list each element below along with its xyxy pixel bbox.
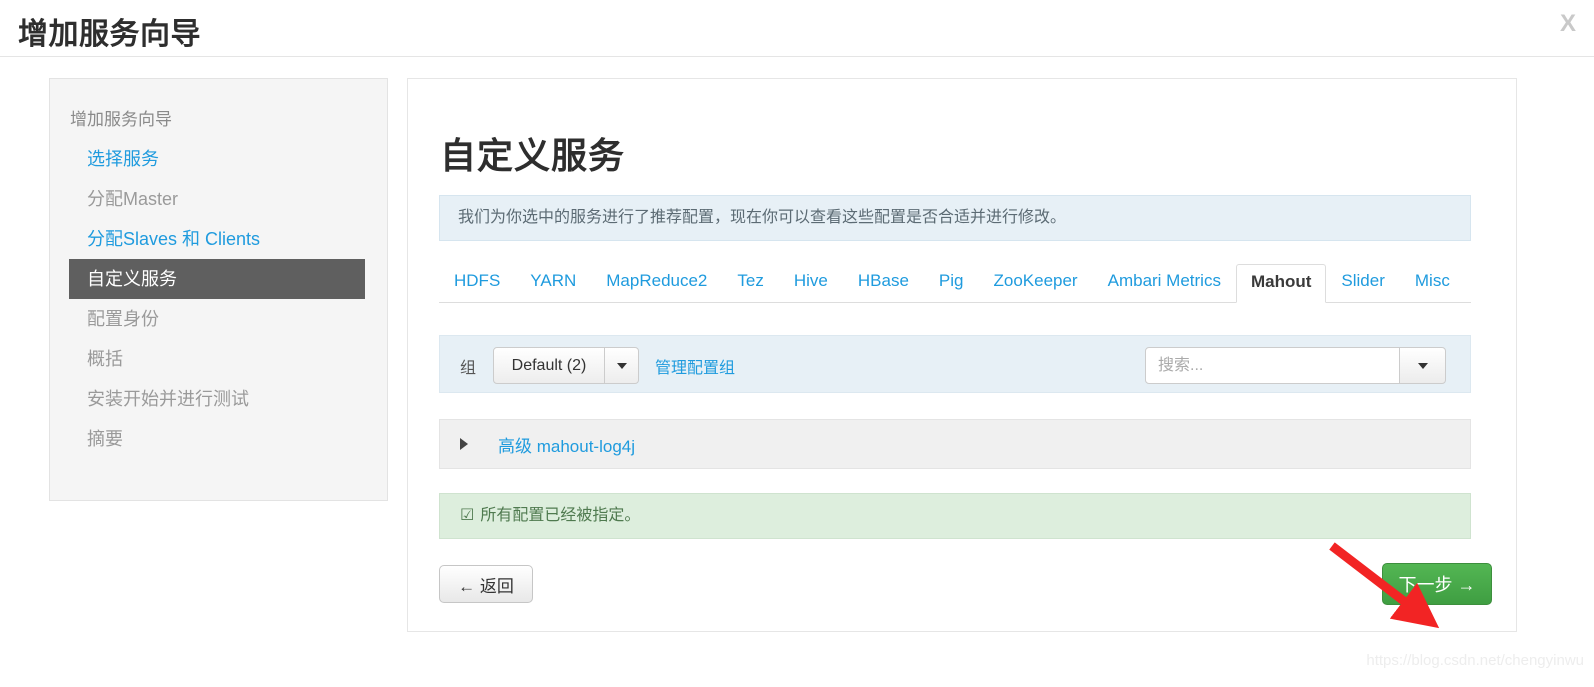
group-label: 组 bbox=[460, 360, 477, 377]
next-button[interactable]: 下一步 → bbox=[1382, 563, 1492, 605]
service-tabs: HDFS YARN MapReduce2 Tez Hive HBase Pig … bbox=[439, 263, 1471, 303]
sidebar-heading: 增加服务向导 bbox=[70, 110, 172, 129]
main-page-title: 自定义服务 bbox=[440, 135, 626, 176]
config-status-text: 所有配置已经被指定。 bbox=[480, 507, 641, 524]
close-icon[interactable]: X bbox=[1560, 10, 1576, 38]
config-search bbox=[1145, 347, 1446, 384]
watermark: https://blog.csdn.net/chengyinwu bbox=[1366, 652, 1584, 669]
tab-mapreduce2[interactable]: MapReduce2 bbox=[591, 263, 722, 302]
tab-yarn[interactable]: YARN bbox=[515, 263, 591, 302]
wizard-header: 增加服务向导 X bbox=[0, 0, 1594, 57]
sidebar-item-configure-identities[interactable]: 配置身份 bbox=[69, 299, 365, 339]
wizard-body: 增加服务向导 选择服务 分配Master 分配Slaves 和 Clients … bbox=[0, 58, 1594, 687]
config-group-bar: 组 Default (2) 管理配置组 bbox=[439, 335, 1471, 393]
tab-zookeeper[interactable]: ZooKeeper bbox=[978, 263, 1092, 302]
sidebar-item-install-start-test[interactable]: 安装开始并进行测试 bbox=[69, 379, 365, 419]
chevron-down-icon bbox=[1417, 362, 1428, 369]
tab-tez[interactable]: Tez bbox=[722, 263, 778, 302]
search-filter-dropdown-button[interactable] bbox=[1400, 347, 1446, 384]
page-title: 增加服务向导 bbox=[18, 18, 201, 51]
sidebar-item-customize-services[interactable]: 自定义服务 bbox=[69, 259, 365, 299]
tab-hdfs[interactable]: HDFS bbox=[439, 263, 515, 302]
info-banner: 我们为你选中的服务进行了推荐配置，现在你可以查看这些配置是否合适并进行修改。 bbox=[439, 195, 1471, 241]
sidebar-item-assign-slaves-clients[interactable]: 分配Slaves 和 Clients bbox=[69, 219, 365, 259]
tab-hive[interactable]: Hive bbox=[779, 263, 843, 302]
advanced-section-label: 高级 mahout-log4j bbox=[498, 436, 636, 456]
advanced-mahout-log4j-section[interactable]: 高级 mahout-log4j bbox=[439, 419, 1471, 469]
main-panel: 自定义服务 我们为你选中的服务进行了推荐配置，现在你可以查看这些配置是否合适并进… bbox=[407, 78, 1517, 632]
manage-config-groups-link[interactable]: 管理配置组 bbox=[655, 354, 735, 378]
config-group-select[interactable]: Default (2) bbox=[493, 347, 639, 384]
config-group-dropdown-button[interactable] bbox=[605, 347, 639, 384]
tab-slider[interactable]: Slider bbox=[1326, 263, 1399, 302]
config-group-value[interactable]: Default (2) bbox=[493, 347, 605, 384]
sidebar-item-assign-masters[interactable]: 分配Master bbox=[69, 179, 365, 219]
tab-hbase[interactable]: HBase bbox=[843, 263, 924, 302]
tab-misc[interactable]: Misc bbox=[1400, 263, 1465, 302]
chevron-down-icon bbox=[616, 362, 627, 369]
back-button[interactable]: ← 返回 bbox=[439, 565, 533, 603]
sidebar-step-list: 选择服务 分配Master 分配Slaves 和 Clients 自定义服务 配… bbox=[69, 139, 365, 459]
triangle-right-icon bbox=[460, 438, 468, 450]
tab-ambari-metrics[interactable]: Ambari Metrics bbox=[1093, 263, 1236, 302]
config-status-alert: ☑ 所有配置已经被指定。 bbox=[439, 493, 1471, 539]
tab-pig[interactable]: Pig bbox=[924, 263, 979, 302]
check-square-icon: ☑ bbox=[460, 507, 475, 524]
tab-mahout[interactable]: Mahout bbox=[1235, 264, 1327, 303]
sidebar-item-review[interactable]: 概括 bbox=[69, 339, 365, 379]
sidebar-item-select-service[interactable]: 选择服务 bbox=[69, 139, 365, 179]
wizard-sidebar: 增加服务向导 选择服务 分配Master 分配Slaves 和 Clients … bbox=[49, 78, 388, 501]
search-input[interactable] bbox=[1145, 347, 1400, 384]
sidebar-item-summary[interactable]: 摘要 bbox=[69, 419, 365, 459]
